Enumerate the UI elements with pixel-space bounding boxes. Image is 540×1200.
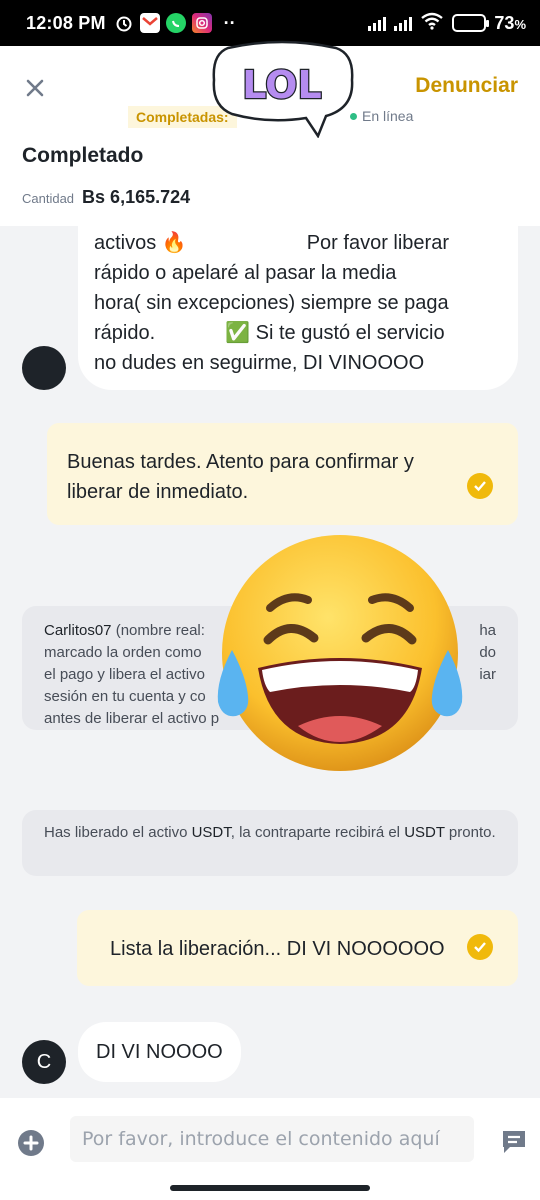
whatsapp-icon: [165, 13, 186, 33]
message-line: activos 🔥 Por favor liberar: [94, 232, 449, 254]
online-status: En línea: [350, 108, 413, 124]
report-button[interactable]: Denunciar: [415, 74, 518, 98]
signal-icon-2: [394, 15, 413, 31]
home-indicator: [170, 1185, 370, 1191]
outgoing-message: Buenas tardes. Atento para confirmar y l…: [47, 423, 518, 525]
outgoing-message: Lista la liberación... DI VI NOOOOOO: [77, 910, 518, 986]
add-attachment-button[interactable]: [18, 1130, 44, 1156]
close-button[interactable]: [20, 74, 50, 104]
gmail-icon: [139, 13, 160, 33]
read-check-icon: [467, 473, 493, 499]
incoming-message: activos 🔥 Por favor liberar rápido o apel…: [78, 226, 518, 390]
signal-icon: [368, 15, 387, 31]
sticker-text: LOL: [242, 63, 321, 107]
message-text: Lista la liberación... DI VI NOOOOOO: [110, 938, 445, 960]
amount-row: Cantidad Bs 6,165.724: [22, 187, 190, 208]
alarm-icon: [114, 13, 134, 33]
battery-percent: 73%: [494, 12, 526, 33]
more-notifications-icon: ··: [223, 12, 236, 33]
avatar[interactable]: [22, 346, 66, 390]
read-check-icon: [467, 934, 493, 960]
close-icon: [26, 79, 44, 97]
counterparty-avatar[interactable]: C: [22, 1040, 66, 1084]
message-input[interactable]: [70, 1116, 474, 1162]
battery-icon: [452, 14, 490, 32]
counterparty-name: Carlitos07: [44, 622, 112, 639]
laughing-emoji: [217, 535, 463, 771]
incoming-message: DI VI NOOOO: [78, 1022, 241, 1082]
amount-value: Bs 6,165.724: [82, 187, 191, 207]
lol-sticker: LOL: [212, 40, 354, 138]
message-line: liberar de inmediato.: [67, 481, 249, 503]
message-line: hora( sin excepciones) siempre se paga: [94, 292, 449, 314]
system-indicators: 73%: [368, 12, 526, 35]
asset-name: USDT: [191, 824, 231, 841]
message-line: rápido o apelaré al pasar la media: [94, 262, 397, 284]
amount-label: Cantidad: [22, 191, 75, 206]
message-line: no dudes en seguirme, DI VINOOOO: [94, 352, 425, 374]
system-message-release: Has liberado el activo USDT, la contrapa…: [22, 810, 518, 876]
asset-name: USDT: [404, 824, 445, 841]
message-text: DI VI NOOOO: [96, 1041, 223, 1063]
order-status-title: Completado: [22, 144, 144, 167]
wifi-icon: [420, 12, 444, 35]
instagram-icon: [191, 13, 212, 33]
notification-icons: ··: [114, 13, 236, 34]
quick-reply-button[interactable]: [500, 1128, 528, 1156]
message-line: Buenas tardes. Atento para confirmar y: [67, 451, 414, 473]
chat-bubble-icon: [503, 1131, 525, 1153]
plus-icon: [23, 1135, 39, 1151]
status-time: 12:08 PM: [26, 12, 106, 33]
message-line: rápido. ✅ Si te gustó el servicio: [94, 322, 445, 344]
